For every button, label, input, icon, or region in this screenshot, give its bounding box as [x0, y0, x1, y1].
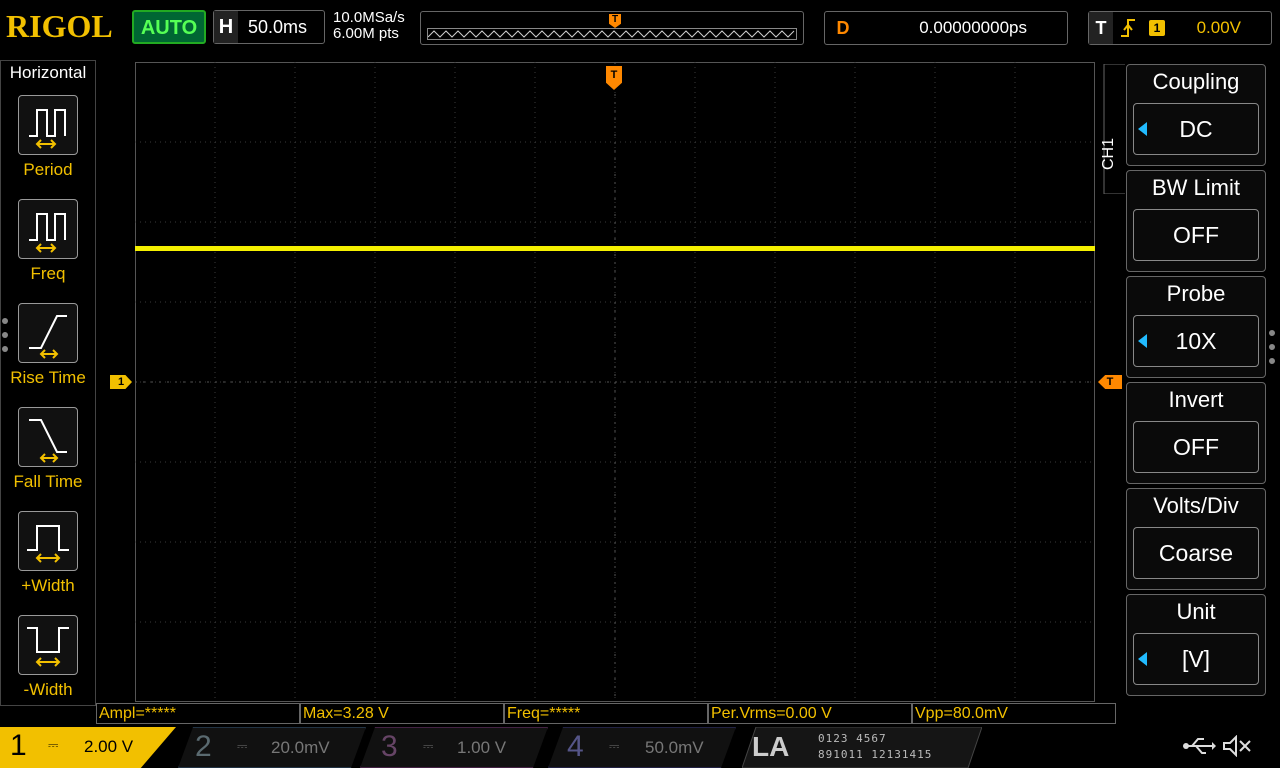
bw-limit-softkey[interactable]: BW Limit OFF: [1126, 170, 1266, 272]
softkey-title: Invert: [1168, 387, 1224, 412]
softkey-value: [V]: [1133, 633, 1259, 685]
frequency-icon: [18, 199, 78, 259]
measure-negative-width[interactable]: -Width: [0, 615, 96, 700]
coupling-softkey[interactable]: Coupling DC: [1126, 64, 1266, 166]
channel-number: 4: [567, 730, 584, 763]
probe-softkey[interactable]: Probe 10X: [1126, 276, 1266, 378]
mute-icon[interactable]: [1222, 734, 1252, 763]
menu-item-label: Freq: [30, 264, 66, 283]
channel-scale: 1.00 V: [457, 738, 507, 757]
ch1-status[interactable]: 1 ⎓ 2.00 V: [0, 727, 176, 768]
positive-width-icon: [18, 511, 78, 571]
softkey-title: Coupling: [1152, 69, 1240, 94]
volts-div-softkey[interactable]: Volts/Div Coarse: [1126, 488, 1266, 590]
rising-edge-icon: [1119, 16, 1137, 46]
menu-item-label: +Width: [21, 576, 75, 595]
softkey-value: OFF: [1133, 421, 1259, 473]
softkey-title: Unit: [1176, 599, 1216, 624]
dc-coupling-icon: ⎓: [237, 738, 248, 753]
channel-number: 1: [10, 729, 27, 762]
memory-waveform-overview: [427, 28, 797, 40]
timebase-value: 50.0ms: [248, 17, 308, 37]
la-label: LA: [752, 731, 790, 762]
channel-scale: 50.0mV: [645, 738, 704, 757]
trigger-source-badge: 1: [1149, 20, 1165, 36]
unit-softkey[interactable]: Unit [V]: [1126, 594, 1266, 696]
channel-number: 3: [381, 730, 398, 763]
rigol-logo: RIGOL: [6, 8, 113, 44]
run-mode-badge[interactable]: AUTO: [132, 10, 206, 44]
horizontal-tag: H: [214, 11, 238, 43]
rise-time-icon: [18, 303, 78, 363]
trigger-display[interactable]: T 1 0.00V: [1088, 11, 1272, 45]
measurement-period-vrms[interactable]: Per.Vrms=0.00 V: [708, 703, 912, 724]
softkey-title: Probe: [1166, 281, 1226, 306]
la-channel-bits: 0123 4567 891011 12131415: [818, 732, 933, 761]
ch3-status[interactable]: 3 ⎓ 1.00 V: [360, 727, 548, 768]
ch2-status[interactable]: 2 ⎓ 20.0mV: [178, 727, 366, 768]
softkey-title: BW Limit: [1152, 175, 1240, 200]
menu-item-label: Fall Time: [13, 472, 83, 491]
ch4-status[interactable]: 4 ⎓ 50.0mV: [548, 727, 736, 768]
channel-tab-label: CH1: [1100, 137, 1117, 170]
ch1-waveform-trace: [135, 246, 1095, 251]
menu-item-label: Rise Time: [10, 368, 86, 387]
delay-tag: D: [836, 18, 850, 38]
period-icon: [18, 95, 78, 155]
usb-icon: [1182, 735, 1216, 763]
measurement-frequency[interactable]: Freq=*****: [504, 703, 708, 724]
page-indicator-dots: [2, 318, 8, 360]
left-arrow-icon: [1138, 334, 1147, 348]
measure-fall-time[interactable]: Fall Time: [0, 407, 96, 492]
menu-item-label: Period: [23, 160, 73, 179]
left-arrow-icon: [1138, 652, 1147, 666]
page-indicator-dots: [1269, 330, 1275, 372]
left-arrow-icon: [1138, 122, 1147, 136]
softkey-title: Volts/Div: [1153, 493, 1239, 518]
dc-coupling-icon: ⎓: [609, 738, 620, 753]
measure-frequency[interactable]: Freq: [0, 199, 96, 284]
softkey-value: OFF: [1133, 209, 1259, 261]
acquisition-info: 10.0MSa/s 6.00M pts: [333, 10, 405, 42]
trigger-level: 0.00V: [1196, 18, 1241, 37]
invert-softkey[interactable]: Invert OFF: [1126, 382, 1266, 484]
horizontal-timebase[interactable]: H 50.0ms: [213, 10, 325, 44]
channel-menu-tab: CH1: [1098, 64, 1126, 194]
menu-title: Horizontal: [9, 63, 87, 82]
logic-analyzer-status[interactable]: LA 0123 4567 891011 12131415: [742, 727, 982, 768]
dc-coupling-icon: ⎓: [423, 738, 434, 753]
measurement-max[interactable]: Max=3.28 V: [300, 703, 504, 724]
menu-item-label: -Width: [23, 680, 73, 699]
channel-scale: 2.00 V: [84, 737, 134, 756]
trigger-level-marker[interactable]: T: [1098, 375, 1122, 389]
sample-rate: 10.0MSa/s: [333, 9, 405, 26]
measure-positive-width[interactable]: +Width: [0, 511, 96, 596]
measure-period[interactable]: Period: [0, 95, 96, 180]
dc-coupling-icon: ⎓: [48, 737, 59, 752]
delay-value: 0.00000000ps: [919, 18, 1027, 37]
ch1-offset-marker[interactable]: 1: [110, 375, 132, 389]
memory-depth: 6.00M pts: [333, 25, 399, 42]
delay-display[interactable]: D 0.00000000ps: [824, 11, 1068, 45]
channel-scale: 20.0mV: [271, 738, 330, 757]
measurement-vpp[interactable]: Vpp=80.0mV: [912, 703, 1116, 724]
softkey-value: DC: [1133, 103, 1259, 155]
measure-rise-time[interactable]: Rise Time: [0, 303, 96, 388]
trigger-tag: T: [1089, 12, 1113, 44]
negative-width-icon: [18, 615, 78, 675]
fall-time-icon: [18, 407, 78, 467]
waveform-graticule: [135, 62, 1095, 702]
measurement-amplitude[interactable]: Ampl=*****: [96, 703, 300, 724]
softkey-value: 10X: [1133, 315, 1259, 367]
softkey-value: Coarse: [1133, 527, 1259, 579]
channel-number: 2: [195, 730, 212, 763]
